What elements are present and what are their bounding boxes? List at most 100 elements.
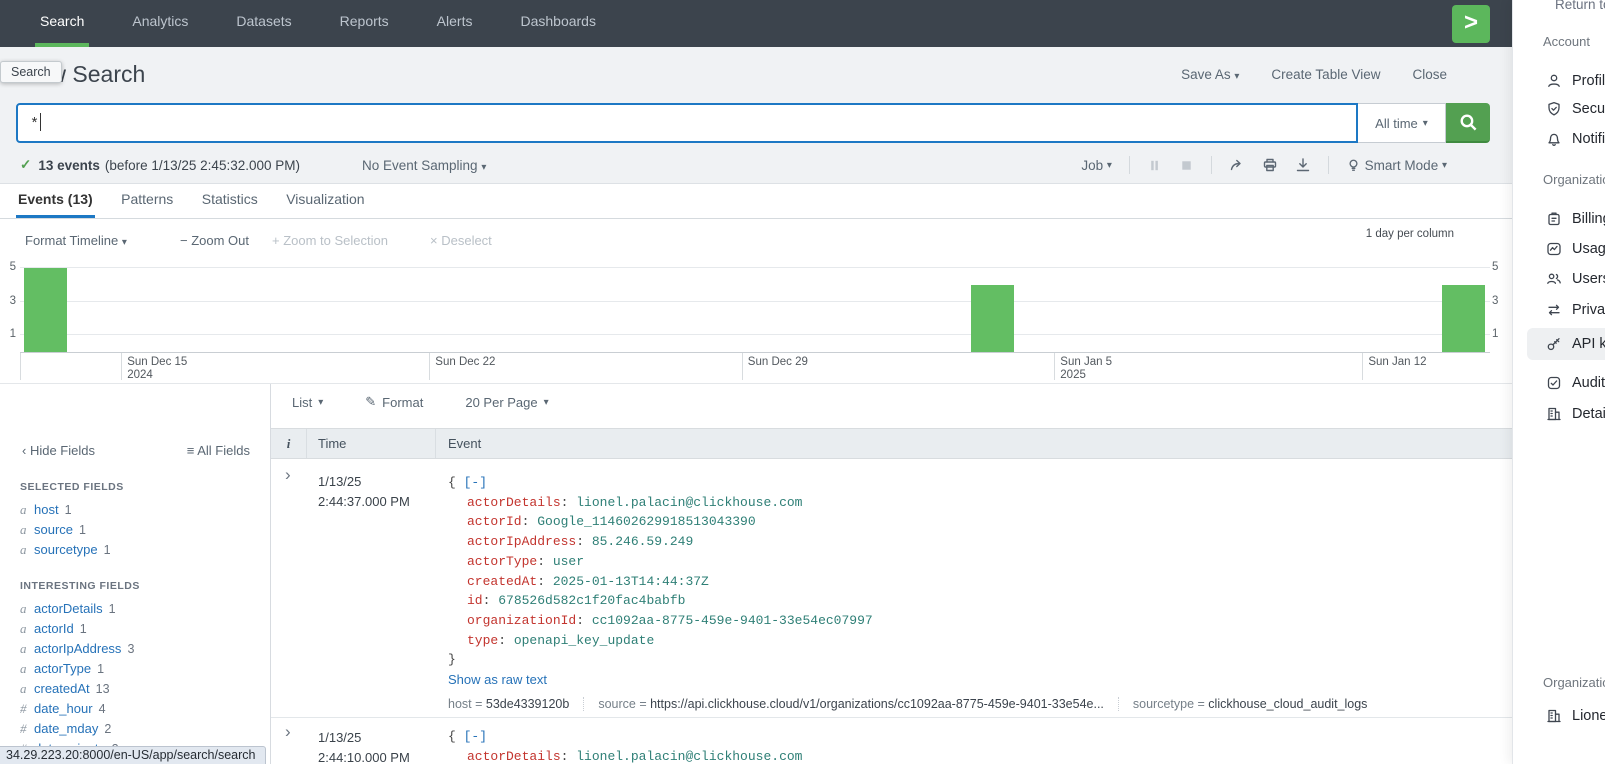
nav-item-datasets[interactable]: Datasets bbox=[231, 0, 296, 47]
timeline-scale-label: 1 day per column bbox=[1366, 228, 1454, 240]
timeline-bar[interactable] bbox=[24, 268, 67, 352]
json-value[interactable]: openapi_key_update bbox=[514, 633, 654, 648]
all-fields-button[interactable]: ≡ All Fields bbox=[187, 443, 250, 458]
event-sampling-dropdown[interactable]: No Event Sampling ▾ bbox=[362, 158, 486, 173]
list-view-dropdown[interactable]: List▾ bbox=[292, 395, 323, 410]
job-menu-dropdown[interactable]: Job ▾ bbox=[1081, 158, 1112, 173]
nav-item-dashboards[interactable]: Dashboards bbox=[515, 0, 601, 47]
collapse-json-link[interactable]: [-] bbox=[464, 729, 487, 744]
json-value[interactable]: 678526d582c1f20fac4babfb bbox=[498, 593, 685, 608]
print-button[interactable] bbox=[1262, 157, 1278, 173]
timeline-plot-area[interactable] bbox=[20, 258, 1490, 353]
json-value[interactable]: 2025-01-13T14:44:37Z bbox=[553, 574, 709, 589]
json-key[interactable]: actorDetails bbox=[467, 749, 561, 764]
timeline-bar[interactable] bbox=[1442, 285, 1485, 352]
pencil-icon: ✎ bbox=[365, 394, 376, 410]
json-key[interactable]: actorDetails bbox=[467, 495, 561, 510]
json-value[interactable]: lionel.palacin@clickhouse.com bbox=[576, 495, 802, 510]
panel-item-security[interactable]: Secur bbox=[1546, 98, 1605, 120]
field-type-marker: # bbox=[20, 699, 34, 719]
field-link[interactable]: actorDetails bbox=[34, 601, 103, 616]
field-link[interactable]: date_hour bbox=[34, 701, 93, 716]
format-timeline-dropdown[interactable]: Format Timeline ▾ bbox=[25, 233, 127, 248]
panel-item-private-endpoints[interactable]: Privat bbox=[1546, 299, 1605, 321]
zoom-to-selection-button: + Zoom to Selection bbox=[272, 233, 388, 248]
json-key[interactable]: actorIpAddress bbox=[467, 534, 576, 549]
panel-item-details[interactable]: Detai bbox=[1546, 403, 1605, 425]
return-to-link[interactable]: Return to bbox=[1555, 0, 1605, 12]
panel-item-profile[interactable]: Profil bbox=[1546, 70, 1605, 92]
json-value[interactable]: user bbox=[553, 554, 584, 569]
panel-item-api-keys[interactable]: API k bbox=[1546, 333, 1605, 355]
search-query-input[interactable]: * bbox=[16, 103, 1358, 143]
field-link[interactable]: source bbox=[34, 522, 73, 537]
json-key[interactable]: createdAt bbox=[467, 574, 537, 589]
search-mode-dropdown[interactable]: Smart Mode ▾ bbox=[1346, 158, 1447, 173]
format-results-button[interactable]: ✎Format bbox=[365, 394, 423, 410]
nav-item-search[interactable]: Search bbox=[35, 0, 89, 47]
timeline-bar[interactable] bbox=[971, 285, 1014, 352]
json-key[interactable]: organizationId bbox=[467, 613, 576, 628]
zoom-out-button[interactable]: − Zoom Out bbox=[180, 233, 249, 248]
collapse-json-link[interactable]: [-] bbox=[464, 475, 487, 490]
field-link[interactable]: actorType bbox=[34, 661, 91, 676]
field-item: acreatedAt13 bbox=[20, 679, 264, 699]
field-link[interactable]: actorIpAddress bbox=[34, 641, 121, 656]
json-value[interactable]: lionel.palacin@clickhouse.com bbox=[576, 749, 802, 764]
json-key[interactable]: actorType bbox=[467, 554, 537, 569]
nav-item-alerts[interactable]: Alerts bbox=[432, 0, 478, 47]
export-download-button[interactable] bbox=[1295, 157, 1311, 173]
json-value[interactable]: cc1092aa-8775-459e-9401-33e54ec07997 bbox=[592, 613, 873, 628]
nav-item-analytics[interactable]: Analytics bbox=[127, 0, 193, 47]
field-link[interactable]: createdAt bbox=[34, 681, 90, 696]
field-item: ahost1 bbox=[20, 500, 264, 520]
json-key[interactable]: actorId bbox=[467, 514, 522, 529]
timeline-axis-tick bbox=[1362, 353, 1363, 380]
panel-item-audit[interactable]: Audit bbox=[1546, 372, 1605, 394]
show-raw-text-link[interactable]: Show as raw text bbox=[448, 670, 1512, 690]
tab-events[interactable]: Events (13) bbox=[16, 191, 95, 218]
meta-field-value[interactable]: 53de4339120b bbox=[486, 697, 569, 711]
meta-field-value[interactable]: clickhouse_cloud_audit_logs bbox=[1208, 697, 1367, 711]
pause-job-button bbox=[1147, 158, 1162, 173]
json-key[interactable]: id bbox=[467, 593, 483, 608]
panel-item-organization-lionel[interactable]: Lione bbox=[1546, 705, 1605, 727]
tab-patterns[interactable]: Patterns bbox=[119, 191, 175, 215]
per-page-dropdown[interactable]: 20 Per Page▾ bbox=[465, 395, 548, 410]
tab-visualization[interactable]: Visualization bbox=[284, 191, 366, 215]
hide-fields-button[interactable]: ‹ Hide Fields bbox=[22, 443, 95, 458]
field-link[interactable]: date_mday bbox=[34, 721, 98, 736]
panel-item-notifications[interactable]: Notifi bbox=[1546, 128, 1605, 150]
create-table-view-button[interactable]: Create Table View bbox=[1271, 67, 1380, 82]
tab-statistics[interactable]: Statistics bbox=[200, 191, 260, 215]
stop-job-button bbox=[1179, 158, 1194, 173]
splunk-window: Search Analytics Datasets Reports Alerts… bbox=[0, 0, 1512, 764]
expand-event-chevron-icon[interactable]: › bbox=[285, 468, 291, 482]
time-range-picker[interactable]: All time▾ bbox=[1358, 103, 1446, 143]
account-section-header: Account bbox=[1543, 34, 1590, 49]
field-item: asource1 bbox=[20, 520, 264, 540]
timeline-ylabel-left: 3 bbox=[2, 295, 16, 307]
meta-field: sourcetype = clickhouse_cloud_audit_logs bbox=[1118, 697, 1382, 711]
divider bbox=[1211, 156, 1212, 174]
json-key[interactable]: type bbox=[467, 633, 498, 648]
field-item: aactorType1 bbox=[20, 659, 264, 679]
panel-item-billing[interactable]: Billing bbox=[1546, 208, 1605, 230]
search-button[interactable] bbox=[1446, 103, 1490, 143]
meta-field-value[interactable]: https://api.clickhouse.cloud/v1/organiza… bbox=[650, 697, 1104, 711]
field-link[interactable]: sourcetype bbox=[34, 542, 98, 557]
timeline-ylabel-right: 1 bbox=[1492, 328, 1506, 340]
expand-event-chevron-icon[interactable]: › bbox=[285, 725, 291, 739]
nav-item-reports[interactable]: Reports bbox=[335, 0, 394, 47]
field-link[interactable]: host bbox=[34, 502, 59, 517]
search-header: New Search Save As ▾ Create Table View C… bbox=[0, 47, 1512, 184]
json-value[interactable]: Google_114602629918513043390 bbox=[537, 514, 755, 529]
field-link[interactable]: actorId bbox=[34, 621, 74, 636]
panel-item-usage[interactable]: Usag bbox=[1546, 238, 1605, 260]
json-value[interactable]: 85.246.59.249 bbox=[592, 534, 693, 549]
save-as-button[interactable]: Save As ▾ bbox=[1181, 67, 1239, 82]
close-button[interactable]: Close bbox=[1412, 67, 1447, 82]
splunk-chevron-logo-icon[interactable]: > bbox=[1452, 5, 1490, 43]
share-job-button[interactable] bbox=[1229, 157, 1245, 173]
panel-item-users[interactable]: Users bbox=[1546, 268, 1605, 290]
